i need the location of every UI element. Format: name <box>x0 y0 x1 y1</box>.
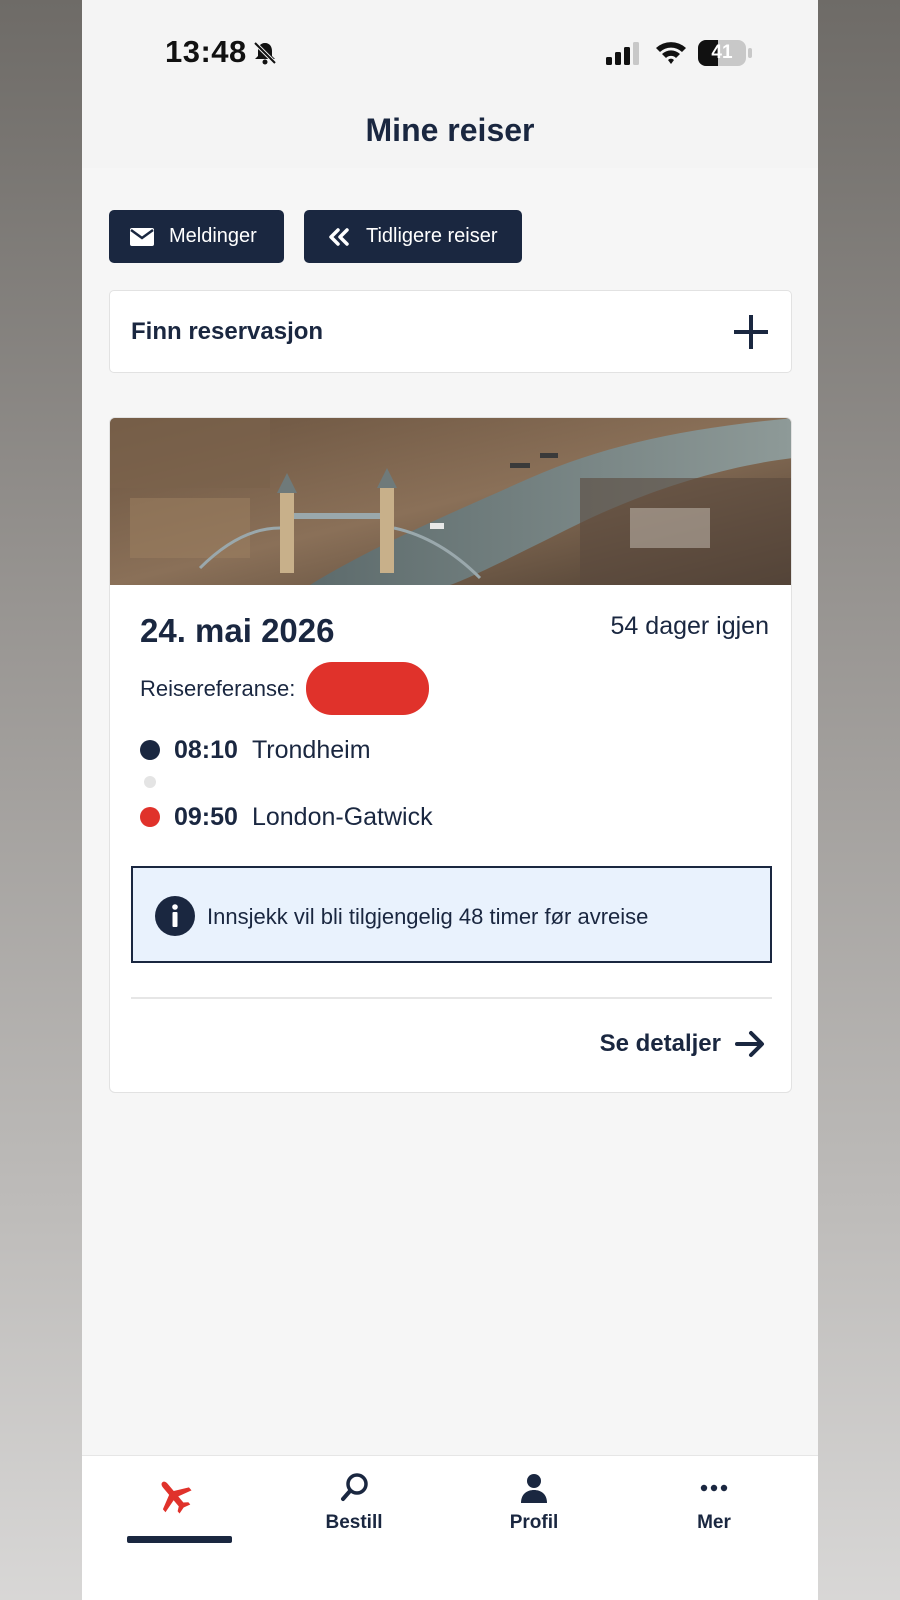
checkin-info-box: Innsjekk vil bli tilgjengelig 48 timer f… <box>131 866 772 963</box>
envelope-icon <box>130 227 154 246</box>
destination-image <box>110 418 791 585</box>
departure-time: 08:10 <box>174 735 238 764</box>
status-time: 13:48 <box>165 34 247 69</box>
see-details-link[interactable]: Se detaljer <box>600 1030 765 1058</box>
divider <box>131 997 772 999</box>
tab-my-trips[interactable] <box>82 1456 266 1566</box>
arrival-dot <box>140 807 160 827</box>
trip-date: 24. mai 2026 <box>140 612 335 649</box>
messages-button-label: Meldinger <box>169 225 257 247</box>
booking-reference-label: Reisereferanse: <box>140 676 296 701</box>
more-icon <box>700 1484 728 1492</box>
tab-more[interactable]: Mer <box>622 1456 806 1566</box>
search-icon <box>341 1473 368 1501</box>
redacted-reference <box>306 662 429 715</box>
arrival-city: London-Gatwick <box>251 802 433 831</box>
app-screen: 13:48 41 Mine reiser Meldinger Tidligere… <box>82 0 818 1600</box>
tab-profile[interactable]: Profil <box>442 1456 626 1566</box>
wifi-icon <box>656 42 686 64</box>
plus-icon[interactable] <box>731 312 771 352</box>
cellular-signal-icon <box>606 42 639 65</box>
tab-more-label: Mer <box>697 1512 731 1533</box>
battery-icon: 41 <box>698 40 752 66</box>
plane-icon <box>161 1481 192 1514</box>
checkin-info-text: Innsjekk vil bli tilgjengelig 48 timer f… <box>207 904 649 929</box>
arrow-right-icon <box>735 1031 764 1057</box>
messages-button[interactable]: Meldinger <box>109 210 284 263</box>
previous-trips-button-label: Tidligere reiser <box>366 225 498 247</box>
battery-level: 41 <box>711 42 733 63</box>
status-bar: 13:48 41 <box>82 0 818 100</box>
find-reservation-row[interactable]: Finn reservasjon <box>109 290 792 373</box>
page-title: Mine reiser <box>365 112 535 148</box>
tab-profile-label: Profil <box>509 1512 559 1533</box>
double-chevron-left-icon <box>329 227 349 246</box>
active-tab-indicator <box>127 1536 232 1543</box>
route-connector-dot <box>144 776 156 788</box>
tab-book-label: Bestill <box>325 1512 383 1533</box>
departure-leg: 08:10 Trondheim <box>140 734 371 766</box>
days-left: 54 dager igjen <box>610 612 769 640</box>
page-header: Mine reiser <box>82 100 818 168</box>
find-reservation-label: Finn reservasjon <box>131 318 324 345</box>
see-details-label: Se detaljer <box>599 1030 721 1057</box>
departure-dot <box>140 740 160 760</box>
person-icon <box>521 1474 547 1503</box>
info-icon <box>155 896 195 936</box>
arrival-time: 09:50 <box>174 802 238 831</box>
departure-city: Trondheim <box>251 735 371 764</box>
tab-book[interactable]: Bestill <box>262 1456 446 1566</box>
bottom-tab-bar: Bestill Profil Mer <box>82 1455 818 1600</box>
trip-card[interactable]: 24. mai 2026 54 dager igjen Reisereferan… <box>109 417 792 1093</box>
previous-trips-button[interactable]: Tidligere reiser <box>304 210 522 263</box>
arrival-leg: 09:50 London-Gatwick <box>140 801 433 833</box>
bell-muted-icon <box>253 41 277 65</box>
